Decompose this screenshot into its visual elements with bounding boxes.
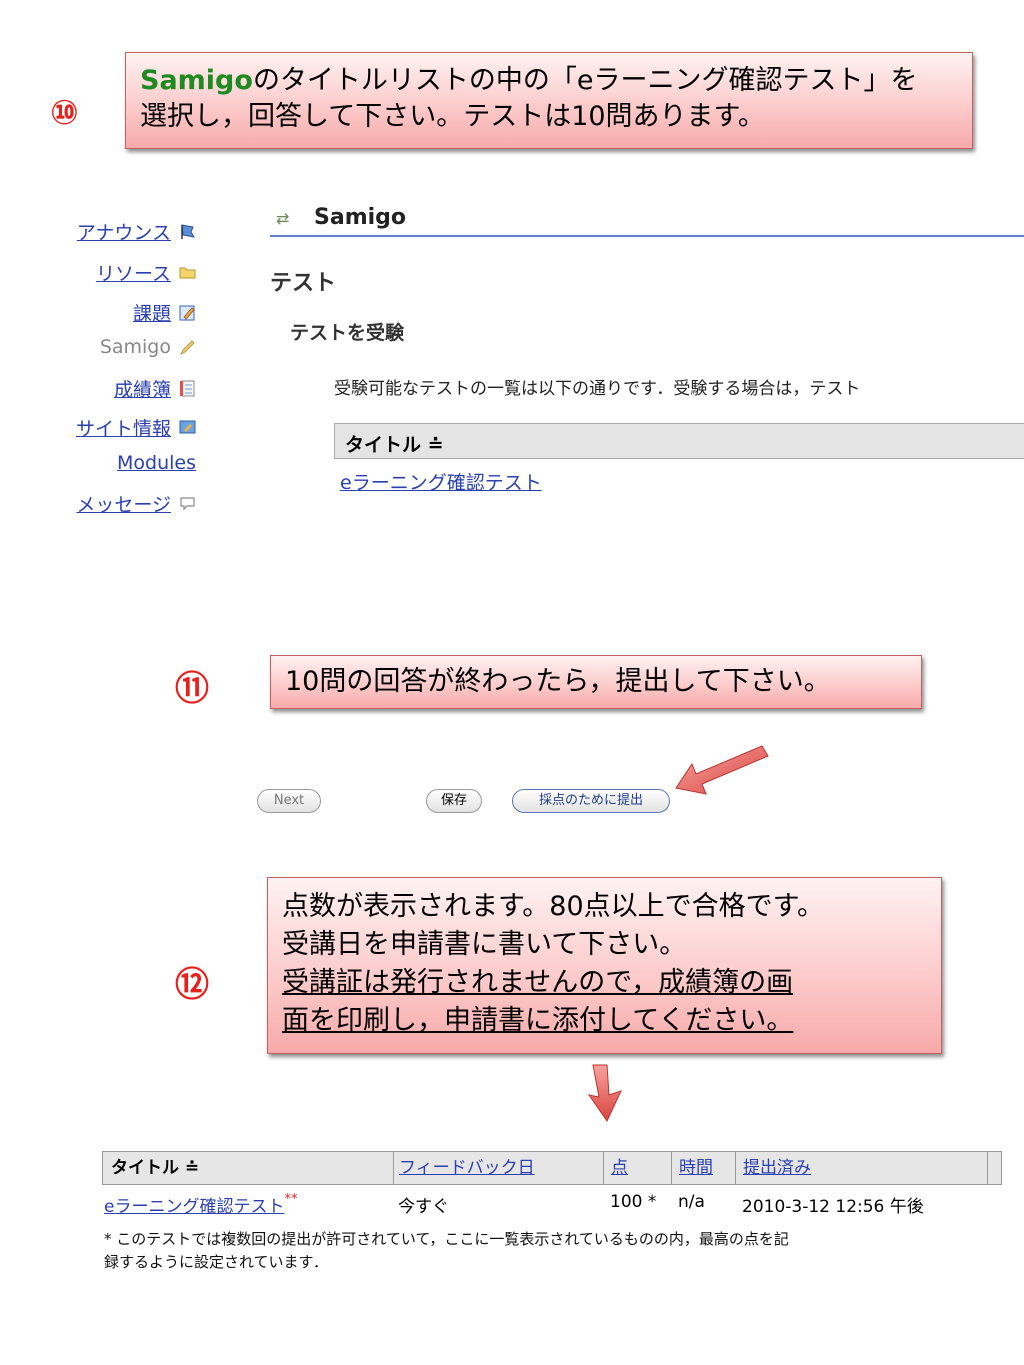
callout-10-line2: 選択し，回答して下さい。テストは10問あります。 <box>140 101 765 132</box>
sidebar-item-gradebook[interactable]: 成績簿 <box>114 375 196 402</box>
results-note: * このテストでは複数回の提出が許可されていて，ここに一覧表示されているものの内… <box>104 1228 1014 1274</box>
results-score: 100 * <box>610 1192 657 1212</box>
speech-bubble-icon <box>180 497 195 511</box>
results-header-submitted[interactable]: 提出済み <box>743 1152 811 1184</box>
callout-step-12: 点数が表示されます。80点以上で合格です。 受講日を申請書に書いて下さい。 受講… <box>267 877 942 1054</box>
tool-name: Samigo <box>314 205 407 230</box>
sidebar-item-label: リソース <box>95 263 171 285</box>
callout-step-11: 10問の回答が終わったら，提出して下さい。 <box>270 655 922 709</box>
test-list-description: 受験可能なテストの一覧は以下の通りです．受験する場合は，テスト <box>334 379 861 399</box>
pencil-icon <box>180 339 195 355</box>
save-button[interactable]: 保存 <box>426 789 482 813</box>
column-divider <box>735 1152 736 1184</box>
callout-10-line1: Samigoのタイトルリストの中の「eラーニング確認テスト」を <box>140 63 958 99</box>
results-header-score[interactable]: 点 <box>611 1152 628 1184</box>
gradebook-icon <box>180 380 195 397</box>
page-title: テスト <box>270 271 337 296</box>
sidebar-item-label: Modules <box>117 452 196 474</box>
column-divider <box>671 1152 672 1184</box>
results-note-line1: * このテストでは複数回の提出が許可されていて，ここに一覧表示されているものの内… <box>104 1230 789 1248</box>
sidebar-item-assignments[interactable]: 課題 <box>133 299 196 326</box>
results-submitted: 2010-3-12 12:56 午後 <box>742 1197 924 1217</box>
sidebar-item-messages[interactable]: メッセージ <box>76 490 196 517</box>
test-link-elearning[interactable]: eラーニング確認テスト <box>340 468 542 495</box>
results-header-feedback-date[interactable]: フィードバック日 <box>399 1152 535 1184</box>
callout-12-line4: 面を印刷し，申請書に添付してください。 <box>282 1005 794 1036</box>
callout-10-line1-rest: のタイトルリストの中の「eラーニング確認テスト」を <box>252 65 918 96</box>
pencil-paper-icon <box>179 305 195 321</box>
sidebar-item-label: Samigo <box>99 336 171 358</box>
sidebar-item-announcements[interactable]: アナウンス <box>77 218 196 245</box>
reset-arrows-icon[interactable]: ⇄ <box>276 209 289 228</box>
column-divider <box>393 1152 394 1184</box>
column-header-title[interactable]: タイトル ≐ <box>345 430 444 457</box>
section-title: テストを受験 <box>290 322 405 344</box>
folder-icon <box>179 267 196 279</box>
results-table-header: タイトル ≐ フィードバック日 点 時間 提出済み <box>102 1151 1002 1185</box>
callout-step-10: Samigoのタイトルリストの中の「eラーニング確認テスト」を 選択し，回答して… <box>125 52 973 149</box>
results-header-title[interactable]: タイトル ≐ <box>111 1152 199 1184</box>
sidebar-item-samigo[interactable]: Samigo <box>100 336 196 358</box>
sidebar-item-label: メッセージ <box>76 494 171 516</box>
column-divider <box>603 1152 604 1184</box>
step-number-10: ⑩ <box>50 93 79 133</box>
sidebar-item-resources[interactable]: リソース <box>96 259 196 286</box>
sidebar-item-label: アナウンス <box>76 222 171 244</box>
arrow-to-submit-icon <box>675 745 769 795</box>
sidebar-item-site-info[interactable]: サイト情報 <box>76 414 196 441</box>
callout-12-line3: 受講証は発行されませんので，成績簿の画 <box>282 967 794 998</box>
sidebar-item-label: 成績簿 <box>113 379 171 401</box>
callout-11-text: 10問の回答が終わったら，提出して下さい。 <box>285 666 831 697</box>
callout-12-line1: 点数が表示されます。80点以上で合格です。 <box>282 891 824 922</box>
arrow-down-icon <box>587 1064 622 1123</box>
test-table-header[interactable]: タイトル ≐ <box>334 423 1024 459</box>
results-feedback-date: 今すぐ <box>398 1197 449 1217</box>
step-number-11: ⑪ <box>175 669 209 709</box>
results-row-title: eラーニング確認テスト** <box>104 1192 297 1217</box>
tool-title-bar: ⇄ Samigo <box>270 203 1024 237</box>
callout-12-line2: 受講日を申請書に書いて下さい。 <box>282 929 687 960</box>
site-info-icon <box>179 420 196 434</box>
results-test-link[interactable]: eラーニング確認テスト <box>104 1197 284 1217</box>
step-number-12: ⑫ <box>175 965 209 1005</box>
column-divider <box>987 1152 988 1184</box>
sidebar-item-label: 課題 <box>132 303 171 325</box>
results-time: n/a <box>678 1192 705 1212</box>
submit-for-grading-button[interactable]: 採点のために提出 <box>512 789 670 813</box>
sidebar-item-modules[interactable]: Modules <box>117 452 196 474</box>
results-header-time[interactable]: 時間 <box>679 1152 713 1184</box>
next-button[interactable]: Next <box>257 789 321 813</box>
results-title-mark: ** <box>284 1192 298 1207</box>
results-note-line2: 録するように設定されています． <box>104 1253 328 1271</box>
sidebar-item-label: サイト情報 <box>75 418 171 440</box>
flag-icon <box>181 224 195 239</box>
callout-10-app-name: Samigo <box>140 65 253 96</box>
